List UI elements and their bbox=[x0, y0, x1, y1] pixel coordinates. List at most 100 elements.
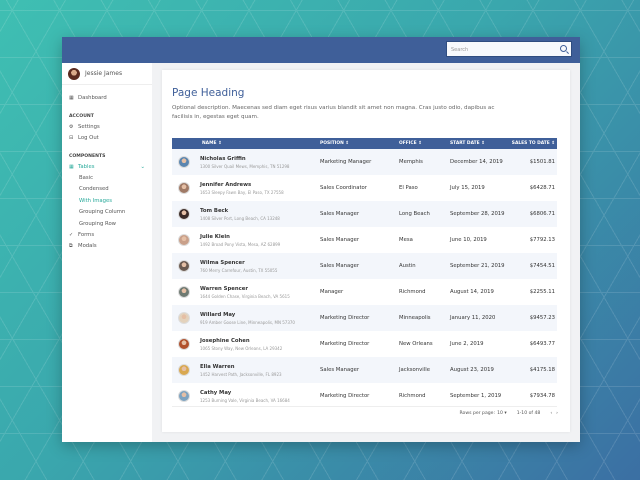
sales-cell: $6493.77 bbox=[529, 341, 555, 347]
table-row[interactable]: Willard May 919 Amber Goose Line, Minneap… bbox=[172, 305, 557, 331]
table-row[interactable]: Tom Beck 1408 Silver Port, Long Beach, CA… bbox=[172, 201, 557, 227]
sidebar-item-modals[interactable]: ⧉ Modals bbox=[69, 243, 97, 249]
employee-name: Julie Klein bbox=[200, 233, 230, 240]
start-date-cell: September 28, 2019 bbox=[450, 201, 508, 227]
avatar bbox=[178, 208, 190, 220]
sidebar-item-basic[interactable]: Basic bbox=[79, 175, 93, 181]
sidebar-item-forms[interactable]: ✓ Forms bbox=[69, 232, 94, 238]
employee-address: 919 Amber Goose Line, Minneapolis, MN 57… bbox=[200, 319, 295, 325]
table-row[interactable]: Julie Klein 1492 Broad Pony Vista, Mesa, … bbox=[172, 227, 557, 253]
start-date-cell: January 11, 2020 bbox=[450, 305, 508, 331]
avatar bbox=[178, 286, 190, 298]
dashboard-icon: ▦ bbox=[69, 95, 74, 101]
label: Dashboard bbox=[78, 95, 107, 101]
position-cell: Marketing Director bbox=[320, 341, 370, 347]
table-row[interactable]: Wilma Spencer 760 Merry Carrefour, Austin… bbox=[172, 253, 557, 279]
label: Settings bbox=[78, 124, 100, 130]
table-row[interactable]: Warren Spencer 1644 Golden Chase, Virgini… bbox=[172, 279, 557, 305]
office-cell: New Orleans bbox=[399, 341, 433, 347]
position-cell: Sales Manager bbox=[320, 237, 359, 243]
table-row[interactable]: Jennifer Andrews 1653 Sleepy Fawn Bay, El… bbox=[172, 175, 557, 201]
user-name: Jessie James bbox=[85, 70, 123, 77]
content-card: Page Heading Optional description. Maece… bbox=[162, 70, 570, 432]
header-sales[interactable]: SALES TO DATE ⇕ bbox=[508, 138, 557, 149]
pagination: Rows per page: 10 ▾ 1-10 of 48 ‹ › bbox=[460, 411, 558, 416]
gear-icon: ⚙ bbox=[69, 124, 74, 130]
header-office[interactable]: OFFICE ⇕ bbox=[399, 138, 450, 149]
sidebar-item-grouping-row[interactable]: Grouping Row bbox=[79, 221, 116, 227]
employee-address: 1253 Burning Vale, Virginia Beach, VA 16… bbox=[200, 397, 290, 403]
table-header: NAME ⇕ POSITION ⇕ OFFICE ⇕ START DATE ⇕ … bbox=[172, 138, 557, 149]
start-date-cell: June 2, 2019 bbox=[450, 341, 484, 347]
avatar bbox=[178, 182, 190, 194]
avatar bbox=[178, 338, 190, 350]
start-date-cell: August 14, 2019 bbox=[450, 289, 494, 295]
table-row[interactable]: Ella Warren 1452 Harvest Path, Jacksonvil… bbox=[172, 357, 557, 383]
sidebar-item-dashboard[interactable]: ▦ Dashboard bbox=[69, 95, 107, 101]
avatar bbox=[68, 67, 80, 80]
avatar bbox=[178, 260, 190, 272]
position-cell: Sales Manager bbox=[320, 253, 399, 279]
table-row[interactable]: Josephine Cohen 1065 Stony Way, New Orlea… bbox=[172, 331, 557, 357]
avatar bbox=[178, 364, 190, 376]
user-profile[interactable]: Jessie James bbox=[62, 63, 152, 85]
sidebar-item-logout[interactable]: ⊟ Log Out bbox=[69, 135, 99, 141]
employee-address: 1492 Broad Pony Vista, Mesa, AZ 62899 bbox=[200, 241, 281, 247]
office-cell: El Paso bbox=[399, 185, 418, 191]
prev-page-button[interactable]: ‹ bbox=[550, 411, 552, 416]
position-cell: Sales Manager bbox=[320, 201, 399, 227]
app-window: Search Jessie James ▦ Dashboard ACCOUNT ⚙… bbox=[62, 37, 580, 442]
sidebar-item-condensed[interactable]: Condensed bbox=[79, 186, 109, 192]
office-cell: Long Beach bbox=[399, 201, 450, 227]
top-bar: Search bbox=[62, 37, 580, 63]
data-table: NAME ⇕ POSITION ⇕ OFFICE ⇕ START DATE ⇕ … bbox=[172, 138, 557, 409]
table-row[interactable]: Nicholas Griffin 1300 Silver Quail Mews, … bbox=[172, 149, 557, 175]
position-cell: Sales Manager bbox=[320, 357, 399, 383]
office-cell: Memphis bbox=[399, 149, 450, 175]
position-cell: Manager bbox=[320, 289, 344, 295]
employee-name: Tom Beck bbox=[200, 207, 229, 214]
start-date-cell: September 21, 2019 bbox=[450, 253, 508, 279]
search-input[interactable]: Search bbox=[446, 41, 572, 57]
sales-cell: $4175.18 bbox=[508, 357, 557, 383]
position-cell: Marketing Manager bbox=[320, 149, 399, 175]
rows-per-page-select[interactable]: 10 ▾ bbox=[497, 411, 507, 416]
name-cell: Josephine Cohen 1065 Stony Way, New Orlea… bbox=[172, 331, 320, 357]
sidebar-item-grouping-column[interactable]: Grouping Column bbox=[79, 209, 125, 215]
header-start-date[interactable]: START DATE ⇕ bbox=[450, 138, 508, 149]
divider bbox=[172, 406, 557, 407]
name-cell: Warren Spencer 1644 Golden Chase, Virgini… bbox=[172, 279, 320, 305]
employee-address: 1644 Golden Chase, Virginia Beach, VA 56… bbox=[200, 293, 290, 299]
employee-name: Nicholas Griffin bbox=[200, 155, 246, 162]
sales-cell: $6428.71 bbox=[529, 185, 555, 191]
sales-cell: $1501.81 bbox=[508, 149, 557, 175]
page-range: 1-10 of 48 bbox=[516, 411, 541, 416]
pencil-icon: ✓ bbox=[69, 232, 74, 238]
employee-address: 1653 Sleepy Fawn Bay, El Paso, TX 27558 bbox=[200, 189, 284, 195]
office-cell: Minneapolis bbox=[399, 305, 450, 331]
employee-name: Cathy May bbox=[200, 389, 232, 396]
name-cell: Willard May 919 Amber Goose Line, Minneap… bbox=[172, 305, 320, 331]
employee-name: Willard May bbox=[200, 311, 236, 318]
sidebar-item-tables[interactable]: ▦ Tables ⌄ bbox=[69, 164, 145, 170]
search-icon[interactable] bbox=[560, 45, 567, 52]
employee-address: 760 Merry Carrefour, Austin, TX 55055 bbox=[200, 267, 278, 273]
employee-address: 1452 Harvest Path, Jacksonville, FL 8923 bbox=[200, 371, 282, 377]
sidebar-item-settings[interactable]: ⚙ Settings bbox=[69, 124, 100, 130]
header-name[interactable]: NAME ⇕ bbox=[172, 138, 320, 149]
office-cell: Austin bbox=[399, 253, 450, 279]
label: Tables bbox=[78, 164, 95, 170]
label: Log Out bbox=[78, 135, 99, 141]
name-cell: Ella Warren 1452 Harvest Path, Jacksonvil… bbox=[172, 357, 320, 383]
header-position[interactable]: POSITION ⇕ bbox=[320, 138, 399, 149]
sales-cell: $7792.13 bbox=[529, 237, 555, 243]
next-page-button[interactable]: › bbox=[556, 411, 558, 416]
sales-cell: $7454.51 bbox=[508, 253, 557, 279]
sidebar-item-with-images[interactable]: With Images bbox=[79, 198, 112, 204]
label: Forms bbox=[78, 232, 95, 238]
avatar bbox=[178, 234, 190, 246]
rows-per-page-label: Rows per page: bbox=[459, 411, 496, 416]
employee-name: Josephine Cohen bbox=[200, 337, 250, 344]
position-cell: Marketing Director bbox=[320, 305, 399, 331]
section-account: ACCOUNT bbox=[69, 114, 94, 119]
